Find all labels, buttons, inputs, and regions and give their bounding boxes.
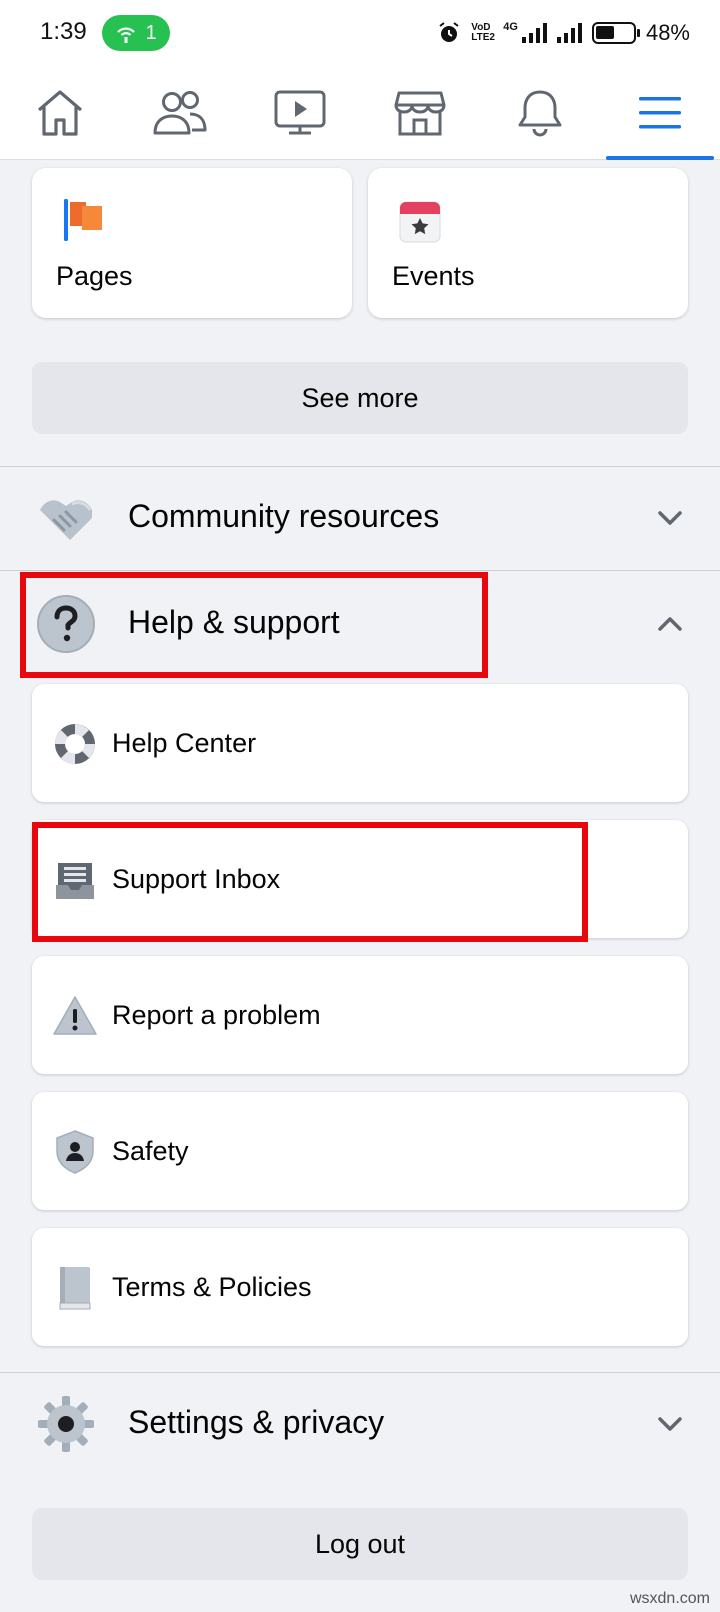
help-center-label: Help Center (112, 728, 257, 758)
terms-policies-label: Terms & Policies (112, 1272, 312, 1302)
chevron-down-icon (658, 511, 682, 525)
shortcut-events[interactable]: Events (368, 168, 688, 318)
safety-label: Safety (112, 1136, 189, 1166)
home-icon (37, 90, 83, 136)
divider (0, 1372, 720, 1373)
report-problem-item[interactable]: Report a problem (32, 956, 688, 1074)
chevron-down-icon (658, 1417, 682, 1431)
network-type: 4G (503, 21, 518, 33)
marketplace-icon (394, 91, 446, 136)
handshake-icon (40, 500, 92, 540)
battery-icon (591, 22, 640, 44)
shortcut-pages[interactable]: Pages (32, 168, 352, 318)
section-community-resources[interactable]: Community resources (0, 468, 720, 568)
events-calendar-icon (399, 201, 441, 243)
gear-icon (38, 1396, 94, 1452)
question-icon (37, 595, 95, 653)
section-help-support[interactable]: Help & support (0, 574, 720, 674)
report-problem-label: Report a problem (112, 1000, 321, 1030)
inbox-icon (56, 863, 94, 899)
terms-policies-item[interactable]: Terms & Policies (32, 1228, 688, 1346)
network-label: VoD LTE2 (471, 22, 495, 43)
top-navigation (0, 66, 720, 160)
lifebuoy-icon (55, 724, 95, 764)
nav-marketplace[interactable] (370, 66, 470, 160)
hotspot-count: 1 (145, 21, 157, 44)
shield-icon (56, 1130, 94, 1174)
book-icon (59, 1267, 91, 1310)
section-settings-privacy[interactable]: Settings & privacy (0, 1374, 720, 1474)
watermark: wsxdn.com (629, 1590, 710, 1607)
nav-active-indicator (606, 156, 714, 160)
status-icons: VoD LTE2 4G 48% (437, 16, 690, 50)
pages-label: Pages (56, 261, 133, 291)
watch-icon (274, 90, 326, 135)
support-inbox-item[interactable]: Support Inbox (32, 820, 688, 938)
signal-icon (521, 23, 547, 43)
status-time: 1:39 (40, 18, 87, 45)
battery-percent: 48% (645, 20, 690, 45)
nav-menu[interactable] (610, 66, 710, 160)
support-inbox-label: Support Inbox (112, 864, 281, 894)
hotspot-pill: 1 (102, 15, 170, 51)
menu-icon (639, 97, 681, 129)
warning-icon (53, 996, 97, 1035)
see-more-button[interactable]: See more (32, 362, 688, 434)
pages-flag-icon (64, 199, 102, 241)
nav-friends[interactable] (130, 66, 230, 160)
hotspot-icon (117, 27, 136, 43)
chevron-up-icon (658, 617, 682, 631)
events-label: Events (392, 261, 475, 291)
community-resources-label: Community resources (128, 498, 440, 534)
status-bar: 1:39 1 VoD LTE2 4G 48% (0, 0, 720, 66)
nav-home[interactable] (10, 66, 110, 160)
signal-icon-2 (556, 23, 582, 43)
divider (0, 466, 720, 467)
help-center-item[interactable]: Help Center (32, 684, 688, 802)
divider (0, 570, 720, 571)
nav-notifications[interactable] (490, 66, 590, 160)
safety-item[interactable]: Safety (32, 1092, 688, 1210)
notifications-icon (518, 90, 562, 137)
settings-privacy-label: Settings & privacy (128, 1404, 385, 1440)
friends-icon (153, 91, 207, 135)
alarm-icon (439, 22, 459, 42)
logout-button[interactable]: Log out (32, 1508, 688, 1580)
help-support-label: Help & support (128, 604, 340, 640)
nav-watch[interactable] (250, 66, 350, 160)
